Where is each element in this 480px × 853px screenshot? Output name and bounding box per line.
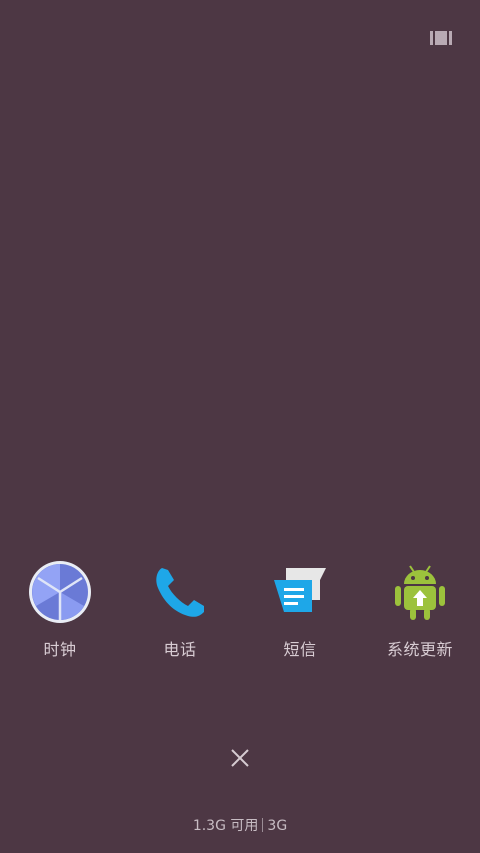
app-label: 时钟 — [43, 640, 77, 659]
app-messages[interactable]: 短信 — [240, 560, 360, 660]
messages-icon — [274, 568, 326, 612]
status-divider — [262, 818, 264, 832]
layout-toggle-icon[interactable] — [430, 30, 452, 46]
app-phone[interactable]: 电话 — [120, 560, 240, 660]
phone-icon — [156, 568, 204, 617]
memory-status: 1.3G 可用 3G — [0, 815, 480, 835]
app-label: 短信 — [283, 640, 317, 659]
app-label: 电话 — [163, 640, 197, 659]
network-type: 3G — [267, 818, 288, 834]
memory-available: 1.3G 可用 — [192, 818, 259, 834]
recent-apps-dock: 时钟 电话 短信 系统更新 — [0, 560, 480, 660]
close-icon[interactable] — [225, 743, 255, 773]
system-update-icon — [395, 565, 445, 620]
app-label: 系统更新 — [386, 640, 453, 659]
app-system-update[interactable]: 系统更新 — [360, 560, 480, 660]
clock-icon — [29, 561, 91, 623]
app-clock[interactable]: 时钟 — [0, 560, 120, 660]
